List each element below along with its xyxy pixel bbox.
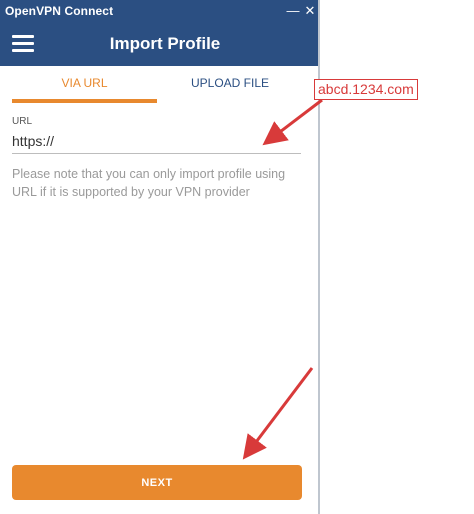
annotation-callout: abcd.1234.com bbox=[314, 79, 418, 100]
url-field-label: URL bbox=[12, 116, 33, 127]
next-button[interactable]: NEXT bbox=[12, 465, 302, 500]
screenshot-stage: OpenVPN Connect — ✕ Import Profile VIA U… bbox=[0, 0, 474, 514]
url-input[interactable] bbox=[12, 128, 301, 154]
window-titlebar: OpenVPN Connect — ✕ bbox=[0, 0, 318, 22]
import-note: Please note that you can only import pro… bbox=[12, 167, 286, 199]
app-header: Import Profile bbox=[0, 22, 318, 66]
tab-upload-file[interactable]: UPLOAD FILE bbox=[160, 66, 300, 106]
close-icon[interactable]: ✕ bbox=[301, 0, 319, 22]
window-title: OpenVPN Connect bbox=[5, 4, 114, 18]
page-title: Import Profile bbox=[109, 34, 221, 53]
active-tab-indicator bbox=[12, 99, 157, 103]
minimize-icon[interactable]: — bbox=[284, 0, 302, 22]
openvpn-window: OpenVPN Connect — ✕ Import Profile VIA U… bbox=[0, 0, 320, 514]
